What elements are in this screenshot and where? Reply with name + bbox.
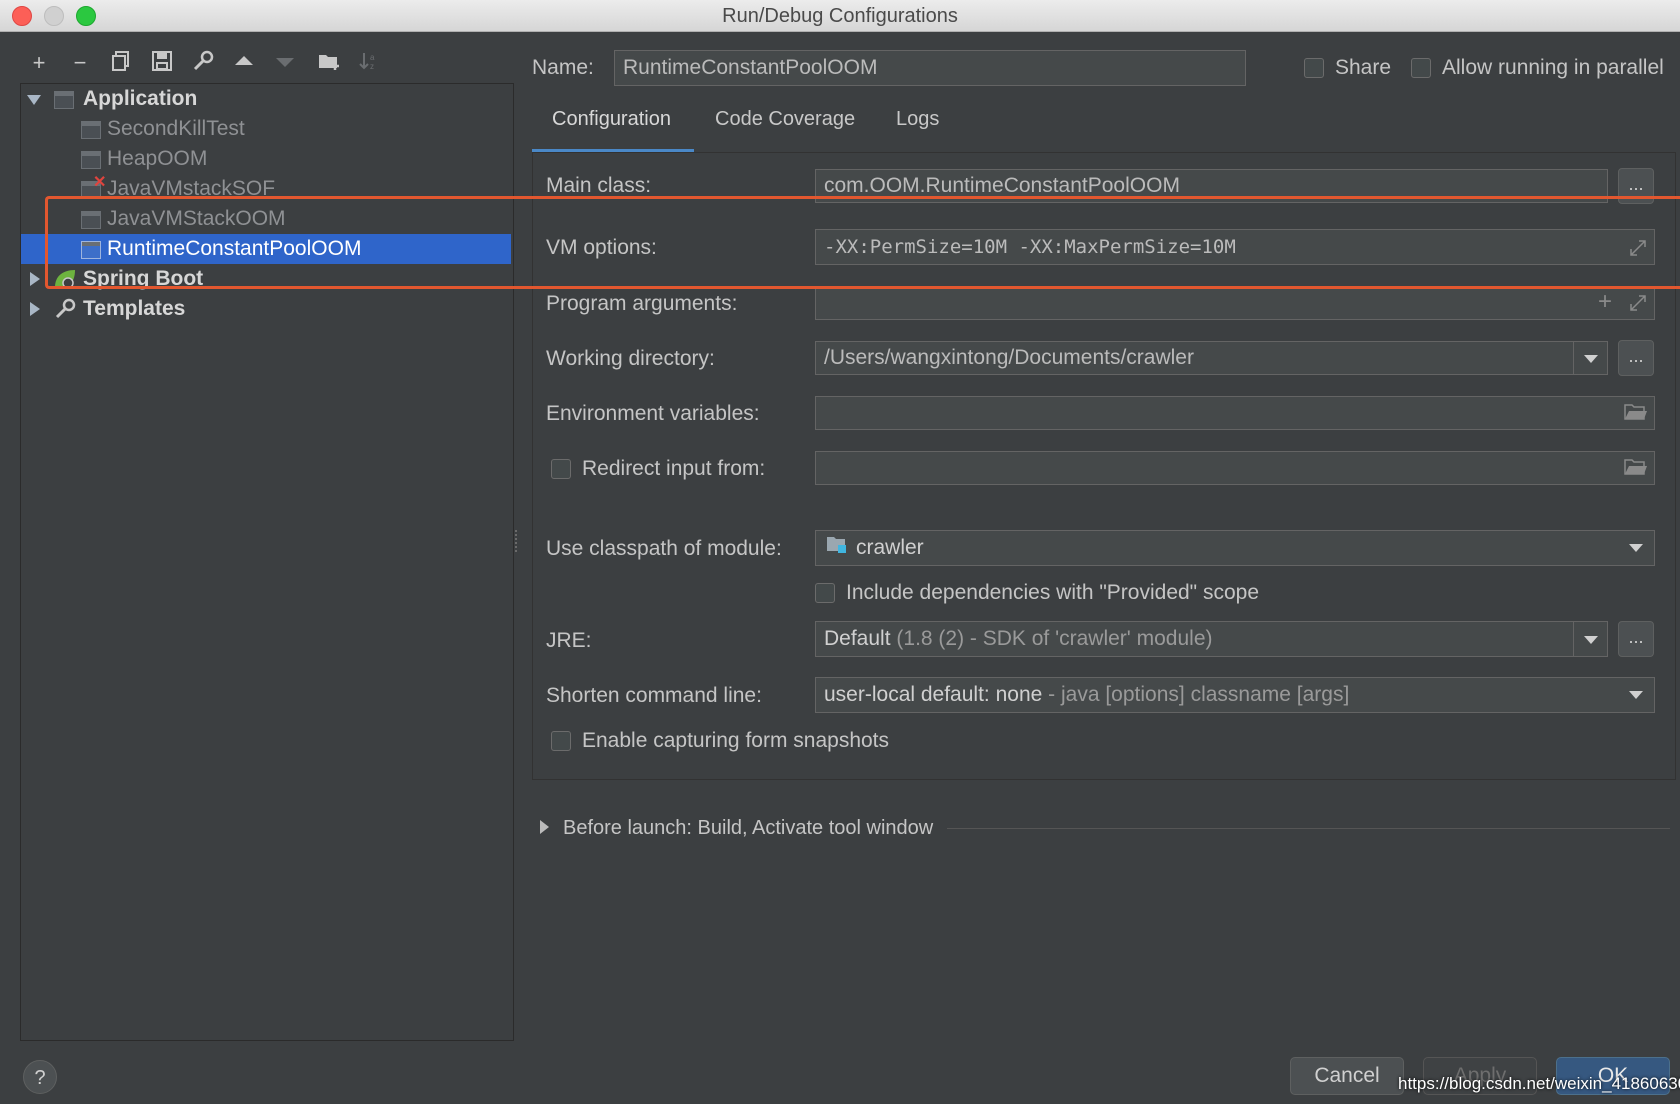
chevron-down-icon[interactable] [1629,544,1643,552]
tree-node-label: Application [83,87,198,110]
name-label: Name: [532,56,594,79]
tree-node-application[interactable]: Application [21,84,511,114]
tree-item-label: HeapOOM [107,147,208,170]
add-argument-icon[interactable]: + [1598,288,1612,316]
add-icon[interactable]: + [26,50,52,76]
jre-value-detail: (1.8 (2) - SDK of 'crawler' module) [896,627,1213,650]
shorten-command-line-label: Shorten command line: [546,684,762,707]
redirect-input-checkbox[interactable] [551,459,571,479]
classpath-module-value: crawler [856,536,924,559]
save-icon[interactable] [149,50,175,76]
working-directory-input[interactable]: /Users/wangxintong/Documents/crawler [815,341,1608,375]
share-label: Share [1335,56,1392,79]
window-title: Run/Debug Configurations [722,5,958,27]
expand-arrow-icon[interactable] [27,95,41,105]
jre-value: Default [824,627,891,650]
watermark-text: https://blog.csdn.net/weixin_41860630 [1398,1074,1680,1093]
remove-icon[interactable]: − [67,50,93,76]
main-class-label: Main class: [546,174,652,197]
collapse-arrow-icon[interactable] [30,302,40,316]
application-icon [54,91,74,109]
splitter-handle[interactable] [515,530,521,552]
include-dependencies-label: Include dependencies with "Provided" sco… [846,581,1260,604]
error-x-icon: ✕ [93,174,107,191]
tree-node-templates[interactable]: Templates [21,294,511,324]
redirect-input-label: Redirect input from: [582,457,766,480]
copy-icon[interactable] [108,50,134,76]
classpath-module-label: Use classpath of module: [546,537,782,560]
folder-add-icon[interactable] [316,50,342,76]
svg-text:z: z [370,62,374,71]
working-directory-browse-button[interactable]: ... [1618,340,1654,376]
module-folder-icon [826,531,848,565]
tab-code-coverage[interactable]: Code Coverage [715,108,855,131]
highlight-annotation-box [45,196,1680,289]
form-snapshots-checkbox[interactable] [551,731,571,751]
shorten-command-line-select[interactable]: user-local default: none - java [options… [815,677,1655,713]
title-bar: Run/Debug Configurations [0,0,1680,32]
svg-text:a: a [370,53,375,62]
collapse-arrow-icon[interactable] [30,272,40,286]
jre-label: JRE: [546,629,592,652]
shorten-command-line-value: user-local default: none [824,683,1043,706]
tree-node-label: Templates [83,297,186,320]
wrench-icon[interactable] [190,50,216,76]
run-config-icon [81,151,101,169]
include-dependencies-checkbox[interactable] [815,583,835,603]
tree-item[interactable]: SecondKillTest [21,114,511,144]
run-config-icon [81,121,101,139]
working-directory-label: Working directory: [546,347,715,370]
environment-variables-label: Environment variables: [546,402,760,425]
help-button[interactable]: ? [23,1060,57,1094]
before-launch-expand-icon[interactable] [540,820,549,834]
program-arguments-input[interactable] [815,286,1655,320]
tab-configuration[interactable]: Configuration [552,108,671,131]
divider [1573,622,1574,656]
move-down-icon[interactable] [272,50,298,76]
allow-parallel-checkbox[interactable] [1411,58,1431,78]
wrench-icon [54,298,76,329]
program-arguments-label: Program arguments: [546,292,738,315]
form-snapshots-label: Enable capturing form snapshots [582,729,890,752]
name-input[interactable]: RuntimeConstantPoolOOM [614,50,1246,86]
before-launch-label[interactable]: Before launch: Build, Activate tool wind… [563,817,933,840]
cancel-button[interactable]: Cancel [1290,1057,1404,1095]
jre-select[interactable]: Default (1.8 (2) - SDK of 'crawler' modu… [815,621,1608,657]
move-up-icon[interactable] [231,50,257,76]
divider [1573,342,1574,374]
environment-variables-input[interactable] [815,396,1655,430]
separator-line [947,828,1670,829]
folder-icon[interactable] [1624,402,1648,427]
folder-icon[interactable] [1624,457,1648,482]
share-checkbox[interactable] [1304,58,1324,78]
chevron-down-icon[interactable] [1584,636,1598,644]
chevron-down-icon[interactable] [1629,691,1643,699]
redirect-input-field[interactable] [815,451,1655,485]
expand-field-icon[interactable] [1628,293,1648,318]
jre-browse-button[interactable]: ... [1618,621,1654,657]
shorten-command-line-detail: - java [options] classname [args] [1048,683,1350,706]
tree-item-label: SecondKillTest [107,117,245,140]
allow-parallel-label: Allow running in parallel [1442,56,1664,79]
chevron-down-icon[interactable] [1584,355,1598,363]
classpath-module-select[interactable]: crawler [815,530,1655,566]
sort-icon[interactable]: az [356,50,382,76]
tab-logs[interactable]: Logs [896,108,939,131]
